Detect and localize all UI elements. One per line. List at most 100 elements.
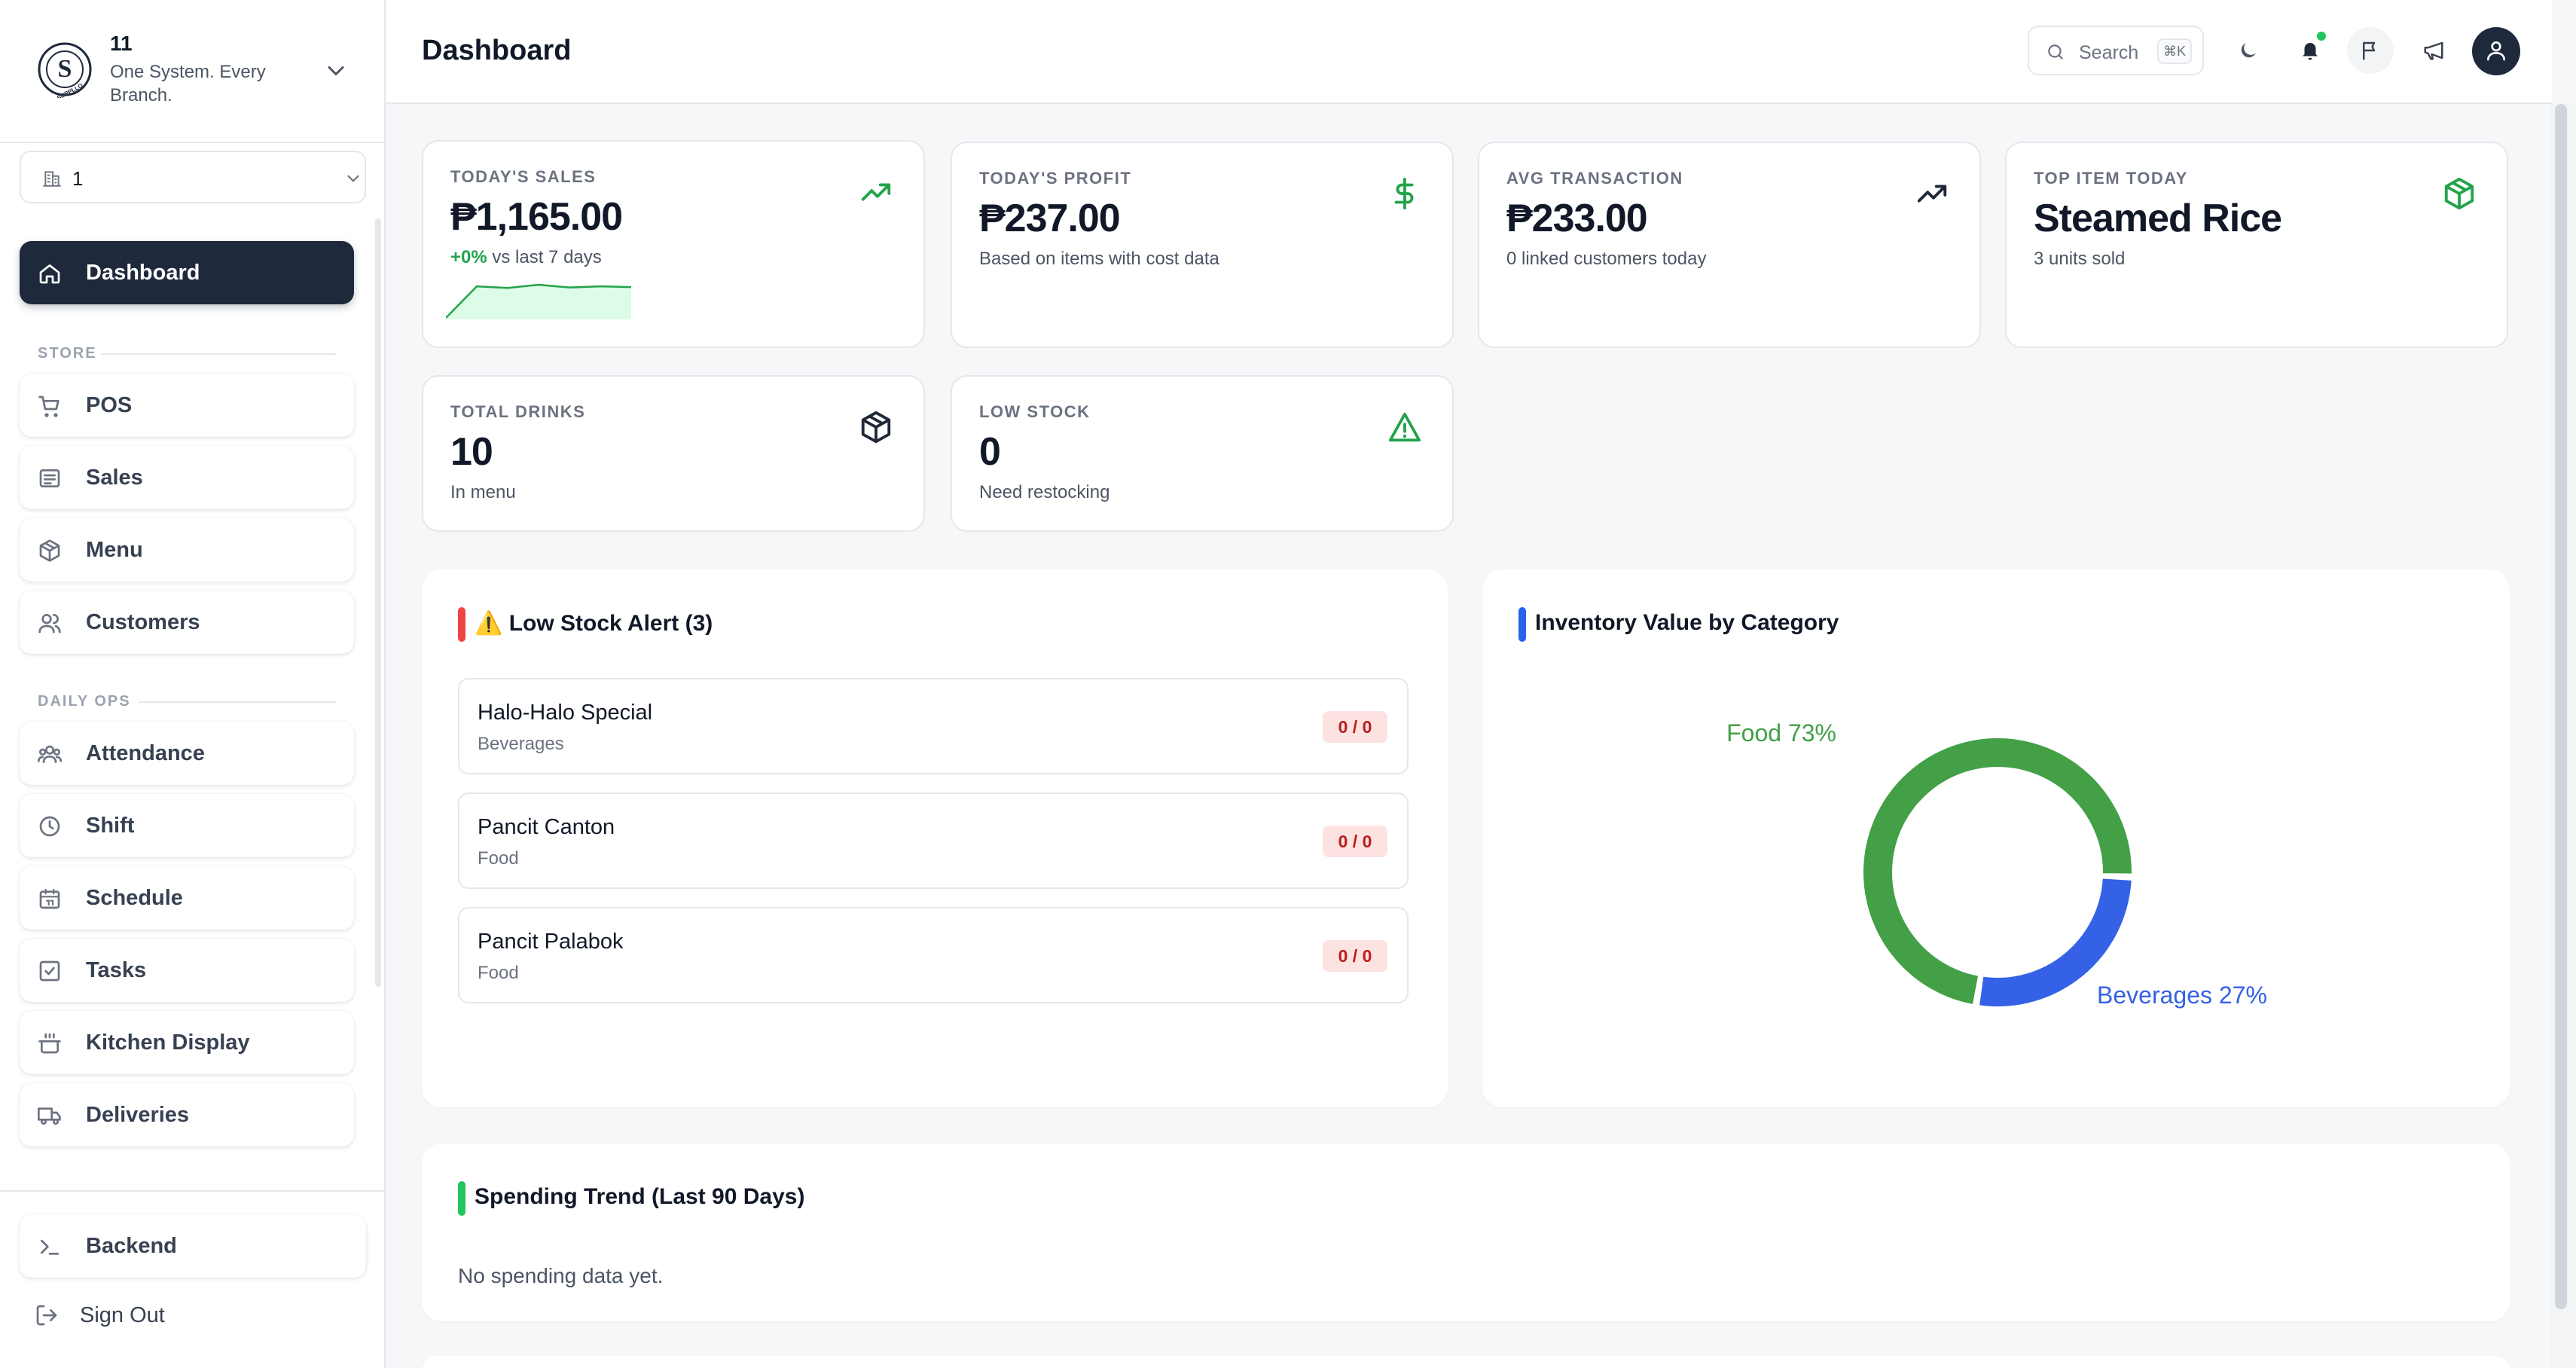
user-icon (2487, 41, 2505, 61)
stat-value: 10 (450, 430, 493, 474)
sidebar-item-label: Sales (86, 466, 143, 490)
section-label-store: STORE (38, 345, 97, 362)
spending-trend-panel: Spending Trend (Last 90 Days) No spendin… (422, 1144, 2510, 1321)
user-avatar[interactable] (2472, 27, 2520, 75)
top-header: Dashboard Search ⌘K (386, 0, 2552, 104)
sidebar-item-menu[interactable]: Menu (20, 518, 354, 582)
stat-card-total-drinks: TOTAL DRINKS 10 In menu (422, 375, 925, 532)
notification-dot (2315, 30, 2327, 42)
inventory-value-panel: Inventory Value by Category Food 73% Bev… (1482, 569, 2510, 1107)
moon-icon (2241, 43, 2256, 58)
trending-up-icon (861, 183, 891, 201)
stat-value: ₱1,165.00 (450, 195, 623, 239)
stat-card-top-item: TOP ITEM TODAY Steamed Rice 3 units sold (2005, 142, 2508, 348)
sidebar-item-label: Menu (86, 538, 143, 562)
sidebar-item-backend[interactable]: Backend (20, 1214, 366, 1278)
item-category: Food (478, 848, 519, 869)
slice-label-food: Food 73% (1726, 719, 1836, 747)
empty-state-text: No spending data yet. (458, 1264, 664, 1287)
sidebar-scrollbar[interactable] (375, 218, 381, 987)
chevron-down-icon[interactable] (322, 57, 349, 84)
megaphone-icon (2424, 41, 2443, 60)
branch-select[interactable]: 1 (20, 151, 366, 203)
package-icon (861, 411, 891, 444)
terminal-icon (41, 1239, 59, 1255)
cart-icon (38, 395, 60, 417)
sidebar-item-schedule[interactable]: Schedule (20, 866, 354, 930)
receipt-icon (39, 469, 60, 487)
sidebar-item-shift[interactable]: Shift (20, 794, 354, 857)
truck-icon (38, 1107, 61, 1125)
sidebar-item-label: Schedule (86, 886, 183, 910)
sidebar-item-label: Attendance (86, 741, 205, 765)
sidebar-item-label: Tasks (86, 958, 147, 982)
sidebar-item-label: Deliveries (86, 1103, 190, 1127)
sidebar-item-label: Backend (86, 1234, 177, 1258)
low-stock-item[interactable]: Pancit Palabok Food 0 / 0 (458, 907, 1409, 1003)
sidebar-item-customers[interactable]: Customers (20, 591, 354, 654)
stat-value: ₱237.00 (979, 197, 1121, 240)
brand-logo-letter: S (58, 55, 72, 83)
sidebar-item-attendance[interactable]: Attendance (20, 722, 354, 785)
stat-label: TOP ITEM TODAY (2034, 169, 2188, 188)
brand-logo-ring-text: SUPPLLO (56, 82, 84, 98)
stat-card-low-stock: LOW STOCK 0 Need restocking (951, 375, 1454, 532)
stat-sub: 0 linked customers today (1506, 249, 1707, 269)
inventory-donut-chart: Food 73% Beverages 27% (1726, 719, 2267, 1009)
sales-sparkline (446, 283, 631, 319)
brand-name: 11 (110, 32, 133, 55)
low-stock-panel: ⚠️ Low Stock Alert (3) Halo-Halo Special… (422, 569, 1448, 1107)
bell-icon (2303, 43, 2318, 60)
branch-value: 1 (72, 167, 84, 190)
stat-card-todays-sales: TODAY'S SALES ₱1,165.00 +0% vs last 7 da… (422, 140, 925, 348)
panel-accent-bar (458, 1181, 465, 1216)
announcements-button[interactable] (2410, 27, 2457, 74)
users-icon (38, 614, 61, 634)
chevron-down-icon (347, 175, 359, 182)
stat-sub: Need restocking (979, 482, 1110, 502)
search-button[interactable]: Search ⌘K (2028, 26, 2204, 75)
sign-out-label: Sign Out (80, 1303, 165, 1327)
panel-title: ⚠️ Low Stock Alert (3) (475, 611, 713, 636)
sign-out-button[interactable]: Sign Out (35, 1296, 261, 1333)
main-scrollbar-thumb[interactable] (2555, 104, 2567, 1309)
stat-card-avg-transaction: AVG TRANSACTION ₱233.00 0 linked custome… (1478, 142, 1981, 348)
stat-sub-text: vs last 7 days (492, 247, 602, 267)
flag-button[interactable] (2347, 27, 2394, 74)
brand-switcher[interactable]: S SUPPLLO 11 One System. Every Branch. (0, 0, 384, 143)
stock-badge: 0 / 0 (1323, 711, 1387, 743)
item-name: Pancit Palabok (478, 930, 624, 954)
item-category: Food (478, 963, 519, 983)
stock-badge: 0 / 0 (1323, 826, 1387, 857)
building-icon (43, 171, 61, 187)
theme-toggle-button[interactable] (2225, 27, 2272, 74)
sidebar-item-deliveries[interactable]: Deliveries (20, 1083, 354, 1147)
stock-badge: 0 / 0 (1323, 940, 1387, 972)
sidebar-item-label: Customers (86, 610, 200, 634)
search-shortcut: ⌘K (2157, 38, 2192, 64)
section-divider (139, 701, 336, 703)
panel-accent-bar (458, 607, 465, 642)
sidebar-item-sales[interactable]: Sales (20, 446, 354, 509)
main-scrollbar[interactable] (2550, 104, 2576, 1368)
section-label-daily-ops: DAILY OPS (38, 693, 131, 710)
low-stock-item[interactable]: Halo-Halo Special Beverages 0 / 0 (458, 678, 1409, 774)
notifications-button[interactable] (2287, 27, 2333, 74)
stat-value: ₱233.00 (1506, 197, 1648, 240)
sidebar-item-label: Shift (86, 814, 135, 838)
sidebar-item-label: POS (86, 393, 133, 417)
sidebar-item-dashboard[interactable]: Dashboard (20, 241, 354, 304)
sidebar-item-kitchen-display[interactable]: Kitchen Display (20, 1011, 354, 1074)
sidebar-item-tasks[interactable]: Tasks (20, 939, 354, 1002)
search-label: Search (2079, 42, 2139, 63)
sidebar-item-label: Kitchen Display (86, 1031, 250, 1055)
sidebar: S SUPPLLO 11 One System. Every Branch. 1… (0, 0, 386, 1368)
dollar-icon (1394, 177, 1414, 210)
search-icon (2048, 44, 2063, 60)
package-icon (39, 539, 60, 562)
trending-up-icon (1917, 185, 1947, 203)
home-icon (39, 264, 60, 284)
stat-label: TODAY'S PROFIT (979, 169, 1132, 188)
low-stock-item[interactable]: Pancit Canton Food 0 / 0 (458, 792, 1409, 889)
sidebar-item-pos[interactable]: POS (20, 374, 354, 437)
